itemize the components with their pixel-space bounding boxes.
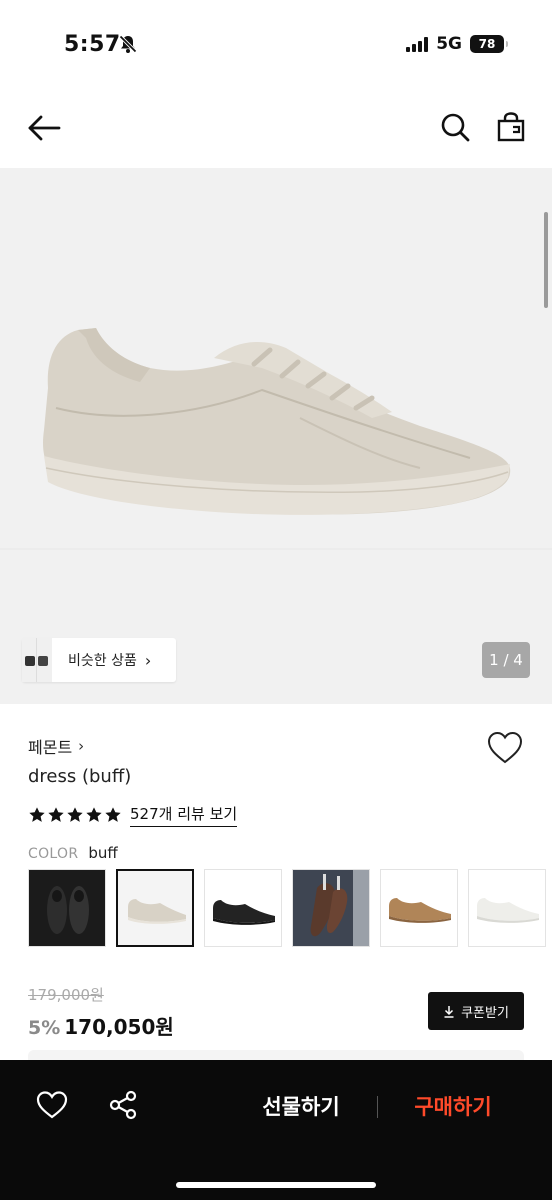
star-icon	[105, 807, 121, 822]
search-icon	[441, 113, 470, 142]
similar-products-thumbnail	[22, 638, 52, 682]
status-time: 5:57	[64, 32, 121, 57]
wishlist-heart-icon[interactable]	[486, 730, 524, 766]
download-icon	[444, 1005, 454, 1018]
original-price: 179,000원	[28, 986, 104, 1004]
swatch-buff[interactable]	[116, 869, 194, 947]
gift-button[interactable]: 선물하기	[236, 1088, 366, 1124]
product-image-gallery[interactable]: 비슷한 상품 › 1 / 4	[0, 168, 552, 704]
shopping-bag-icon	[497, 112, 525, 142]
star-rating	[28, 806, 122, 824]
swatch-tan[interactable]	[380, 869, 458, 947]
price-row: 5% 170,050원	[28, 1011, 174, 1040]
product-name: dress (buff)	[28, 766, 132, 787]
battery-icon: 78	[470, 35, 508, 53]
sale-price: 170,050원	[64, 1015, 174, 1039]
chevron-right-icon: ›	[144, 650, 152, 670]
home-indicator	[176, 1182, 376, 1188]
discount-rate: 5%	[28, 1017, 61, 1039]
network-label: 5G	[436, 34, 462, 54]
color-row: COLOR buff	[28, 844, 118, 862]
swatch-black[interactable]	[204, 869, 282, 947]
battery-level: 78	[478, 37, 496, 51]
similar-products-label: 비슷한 상품	[68, 653, 137, 669]
swatch-white[interactable]	[468, 869, 546, 947]
star-icon	[86, 807, 102, 822]
buy-button[interactable]: 구매하기	[388, 1088, 518, 1124]
brand-name: 페몬트	[28, 738, 73, 757]
heart-icon[interactable]	[36, 1090, 68, 1120]
star-icon	[48, 807, 64, 822]
share-icon[interactable]	[108, 1090, 138, 1120]
back-button[interactable]	[22, 106, 66, 150]
search-button[interactable]	[434, 106, 476, 148]
similar-products-button[interactable]: 비슷한 상품 ›	[22, 638, 176, 682]
color-swatches	[28, 869, 552, 949]
signal-icon	[406, 36, 429, 52]
bell-slash-icon	[119, 35, 137, 53]
swatch-black-pair[interactable]	[28, 869, 106, 947]
swatch-brown-lifestyle[interactable]	[292, 869, 370, 947]
bottom-action-bar: 선물하기 구매하기	[0, 1060, 552, 1200]
brand-link[interactable]: 페몬트 ›	[28, 734, 84, 758]
status-bar: 5:57 5G 78	[0, 0, 552, 90]
nav-header	[0, 90, 552, 168]
page-indicator: 1 / 4	[482, 642, 530, 678]
cart-button[interactable]	[490, 106, 532, 148]
coupon-label: 쿠폰받기	[461, 1005, 509, 1021]
arrow-left-icon	[28, 115, 61, 141]
color-value: buff	[88, 844, 118, 862]
coupon-button[interactable]: 쿠폰받기	[428, 992, 524, 1030]
product-photo	[0, 328, 552, 550]
review-link[interactable]: 527개 리뷰 보기	[130, 803, 238, 827]
star-icon	[67, 807, 83, 822]
divider	[377, 1096, 378, 1118]
color-label: COLOR	[28, 846, 79, 862]
scroll-indicator	[544, 212, 548, 308]
chevron-right-icon: ›	[78, 737, 85, 755]
star-icon	[29, 807, 45, 822]
rating-row: 527개 리뷰 보기	[28, 803, 238, 827]
